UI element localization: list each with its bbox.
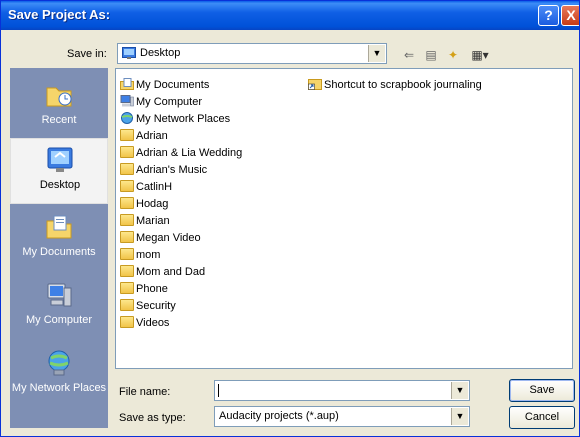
- save-as-type-value: Audacity projects (*.aup): [219, 410, 339, 422]
- folder-icon: [120, 299, 134, 312]
- folder-icon: [120, 265, 134, 278]
- list-item[interactable]: My Network Places: [120, 111, 230, 128]
- list-item[interactable]: My Computer: [120, 94, 202, 111]
- save-in-label: Save in:: [67, 48, 107, 60]
- my-computer-icon: [120, 95, 134, 107]
- list-item[interactable]: Shortcut to scrapbook journaling: [308, 77, 482, 94]
- desktop-icon: [45, 145, 75, 175]
- list-item[interactable]: My Documents: [120, 77, 209, 94]
- back-icon[interactable]: ⇐: [399, 46, 419, 64]
- save-as-type-dropdown[interactable]: Audacity projects (*.aup) ▼: [214, 406, 470, 427]
- folder-icon: [120, 248, 134, 261]
- file-list[interactable]: My Documents My Computer My Network Plac…: [115, 68, 573, 369]
- file-name-input[interactable]: ▼: [214, 380, 470, 401]
- list-item[interactable]: Marian: [120, 213, 170, 230]
- my-documents-icon: [44, 212, 74, 242]
- place-label: My Documents: [22, 246, 96, 258]
- my-documents-icon: [120, 78, 134, 91]
- list-item[interactable]: Mom and Dad: [120, 264, 205, 281]
- network-places-icon: [120, 112, 134, 125]
- save-in-dropdown[interactable]: Desktop ▼: [117, 43, 387, 64]
- list-item[interactable]: Videos: [120, 315, 169, 332]
- folder-icon: [120, 197, 134, 210]
- folder-icon: [120, 316, 134, 329]
- shortcut-folder-icon: [308, 78, 322, 91]
- place-label: My Network Places: [11, 382, 107, 394]
- place-label: Desktop: [39, 179, 81, 191]
- save-dialog: Save Project As: ? X Save in: Desktop ▼ …: [0, 0, 580, 437]
- folder-icon: [120, 180, 134, 193]
- list-item[interactable]: Adrian's Music: [120, 162, 207, 179]
- desktop-icon: [122, 46, 136, 60]
- place-recent[interactable]: Recent: [10, 74, 108, 140]
- folder-icon: [120, 163, 134, 176]
- cancel-button[interactable]: Cancel: [509, 406, 575, 429]
- list-item[interactable]: Phone: [120, 281, 168, 298]
- list-item[interactable]: Adrian: [120, 128, 168, 145]
- network-places-icon: [44, 348, 74, 378]
- list-item[interactable]: Adrian & Lia Wedding: [120, 145, 242, 162]
- dialog-title: Save Project As:: [8, 7, 111, 22]
- file-name-label: File name:: [119, 386, 171, 398]
- views-menu-icon[interactable]: ▦▾: [467, 46, 493, 64]
- list-item[interactable]: Hodag: [120, 196, 168, 213]
- place-my-computer[interactable]: My Computer: [10, 274, 108, 340]
- chevron-down-icon[interactable]: ▼: [451, 408, 468, 425]
- list-item[interactable]: CatlinH: [120, 179, 172, 196]
- title-bar[interactable]: Save Project As: ? X: [1, 1, 579, 30]
- chevron-down-icon[interactable]: ▼: [368, 45, 385, 62]
- chevron-down-icon[interactable]: ▼: [451, 382, 468, 399]
- my-computer-icon: [44, 280, 74, 310]
- list-item[interactable]: mom: [120, 247, 160, 264]
- list-item[interactable]: Security: [120, 298, 176, 315]
- close-button[interactable]: X: [561, 5, 579, 26]
- folder-icon: [120, 214, 134, 227]
- help-button[interactable]: ?: [538, 5, 559, 26]
- recent-folder-icon: [44, 80, 74, 110]
- save-as-type-label: Save as type:: [119, 412, 186, 424]
- place-label: Recent: [41, 114, 77, 126]
- folder-icon: [120, 282, 134, 295]
- place-label: My Computer: [25, 314, 93, 326]
- up-folder-icon[interactable]: ▤: [421, 46, 441, 64]
- new-folder-icon[interactable]: ✦: [443, 46, 463, 64]
- place-network[interactable]: My Network Places: [10, 342, 108, 408]
- save-button[interactable]: Save: [509, 379, 575, 402]
- place-desktop[interactable]: Desktop: [10, 138, 108, 204]
- save-in-value: Desktop: [140, 47, 181, 59]
- folder-icon: [120, 129, 134, 142]
- folder-icon: [120, 231, 134, 244]
- folder-icon: [120, 146, 134, 159]
- list-item[interactable]: Megan Video: [120, 230, 201, 247]
- places-bar: Recent Desktop My Documents My Computer …: [10, 68, 108, 428]
- place-my-documents[interactable]: My Documents: [10, 206, 108, 272]
- file-name-value: [218, 384, 219, 397]
